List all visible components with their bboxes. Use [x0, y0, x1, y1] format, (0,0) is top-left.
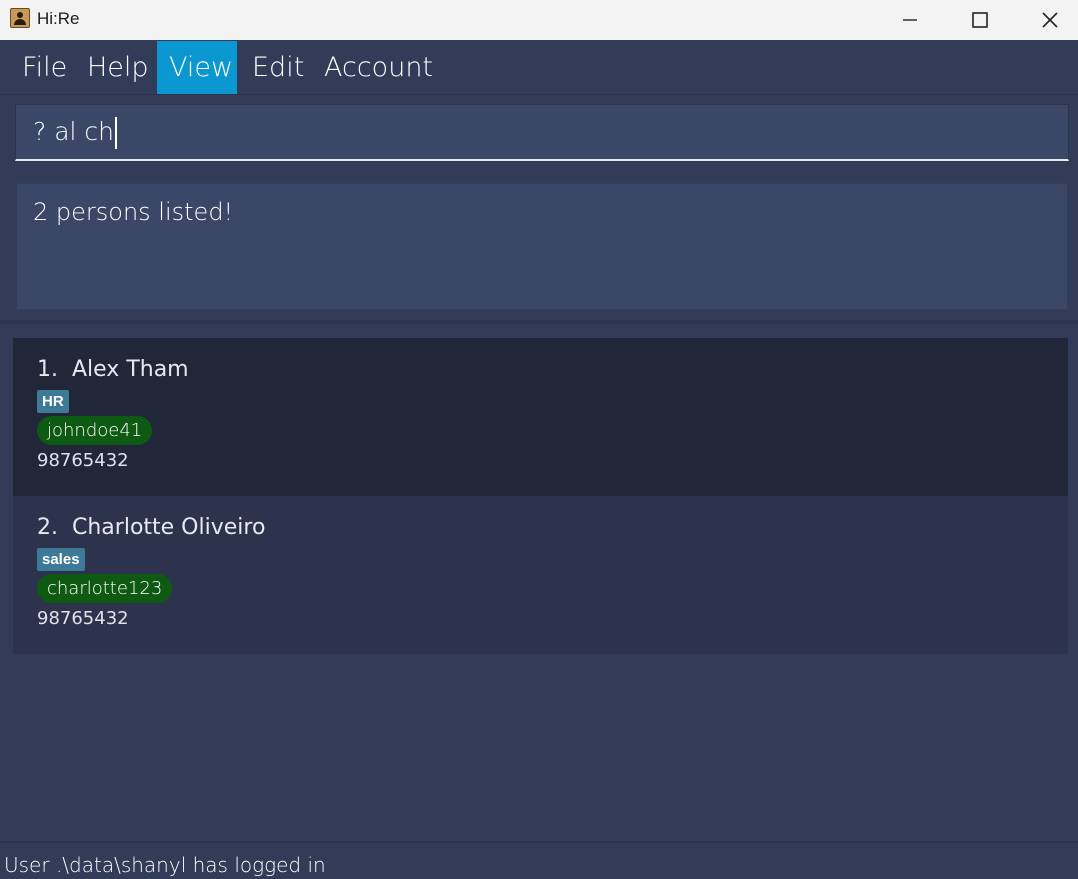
- person-title: 2. Charlotte Oliveiro: [37, 515, 1044, 545]
- person-card[interactable]: 2. Charlotte Oliveiro sales charlotte123…: [13, 496, 1068, 654]
- app-window: Hi:Re File Help View Edit Account ? al c…: [0, 0, 1078, 879]
- person-name: Charlotte Oliveiro: [72, 515, 266, 540]
- close-icon: [1042, 12, 1058, 28]
- person-index: 1.: [37, 357, 58, 382]
- pane-divider[interactable]: [0, 320, 1078, 324]
- person-card[interactable]: 1. Alex Tham HR johndoe41 98765432: [13, 338, 1068, 496]
- menu-bar: File Help View Edit Account: [0, 40, 1078, 95]
- command-text: ? al ch: [33, 117, 115, 146]
- status-bar: User .\data\shanyl has logged in: [0, 841, 1078, 879]
- text-caret: [115, 117, 118, 149]
- menu-account[interactable]: Account: [312, 41, 445, 94]
- maximize-icon: [972, 12, 988, 28]
- person-title: 1. Alex Tham: [37, 357, 1044, 387]
- person-phone: 98765432: [37, 450, 129, 471]
- person-tag: sales: [37, 548, 85, 571]
- person-phone: 98765432: [37, 608, 129, 629]
- maximize-button[interactable]: [945, 0, 1015, 40]
- menu-help[interactable]: Help: [75, 41, 161, 94]
- person-username: charlotte123: [37, 574, 173, 603]
- title-bar: Hi:Re: [0, 0, 1078, 40]
- person-list: 1. Alex Tham HR johndoe41 98765432 2. Ch…: [13, 338, 1068, 654]
- menu-file[interactable]: File: [10, 41, 79, 94]
- command-input[interactable]: ? al ch: [15, 104, 1069, 161]
- menu-view[interactable]: View: [157, 41, 237, 94]
- minimize-icon: [903, 19, 917, 21]
- minimize-button[interactable]: [875, 0, 945, 40]
- person-username: johndoe41: [37, 416, 153, 445]
- window-title: Hi:Re: [37, 9, 80, 28]
- person-name: Alex Tham: [72, 357, 189, 382]
- menu-edit[interactable]: Edit: [240, 41, 316, 94]
- app-contact-icon: [10, 8, 30, 28]
- status-text: User .\data\shanyl has logged in: [4, 853, 326, 877]
- result-display: 2 persons listed!: [15, 182, 1069, 311]
- result-message: 2 persons listed!: [33, 198, 234, 226]
- command-box-pane: ? al ch: [0, 95, 1078, 170]
- close-button[interactable]: [1015, 0, 1078, 40]
- person-index: 2.: [37, 515, 58, 540]
- person-tag: HR: [37, 390, 69, 413]
